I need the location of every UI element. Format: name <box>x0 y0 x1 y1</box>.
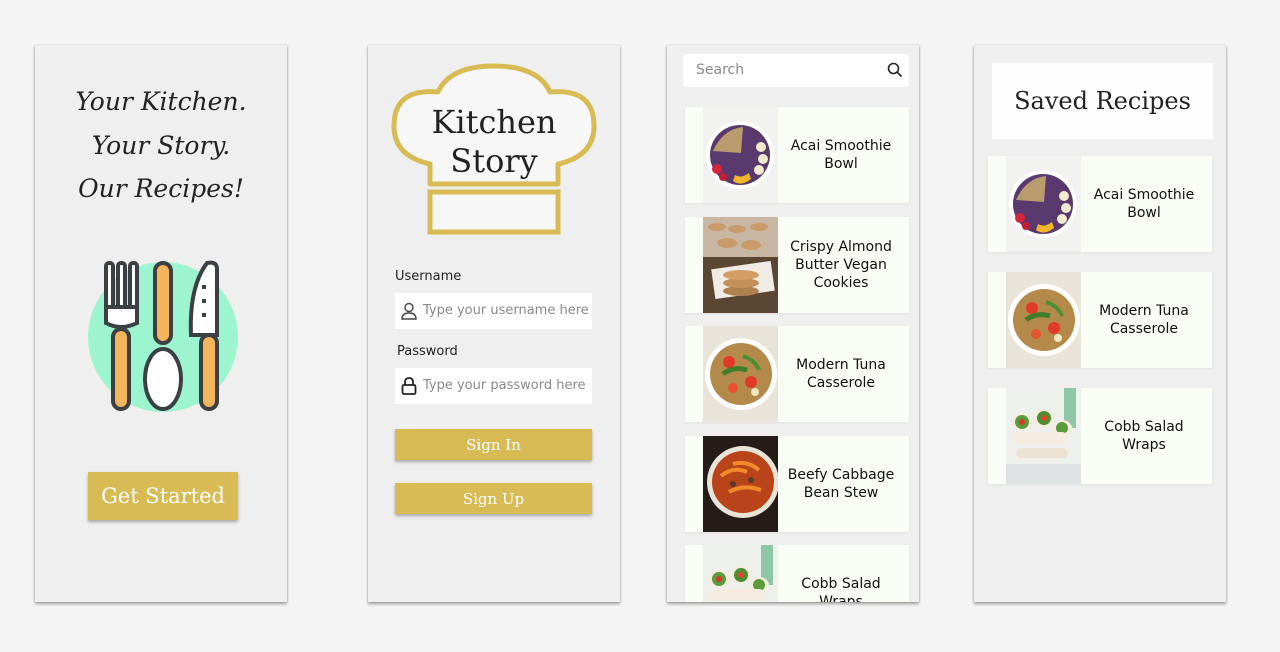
logo-text-line-2: Story <box>450 142 538 180</box>
recipe-name: Cobb Salad Wraps <box>1104 419 1184 453</box>
sign-up-button[interactable]: Sign Up <box>395 483 592 514</box>
recipe-card[interactable]: Acai Smoothie Bowl <box>685 107 909 203</box>
recipe-image[interactable] <box>703 435 778 532</box>
recipe-image[interactable] <box>1006 156 1081 252</box>
search-icon[interactable] <box>887 62 903 78</box>
login-screen: Kitchen Story Username Type your usernam… <box>368 45 620 602</box>
recipe-card[interactable]: Cobb Salad Wraps <box>685 545 909 602</box>
recipe-name: Crispy Almond Butter Vegan Cookies <box>790 238 892 291</box>
sign-in-button[interactable]: Sign In <box>395 429 592 460</box>
search-placeholder: Search <box>696 62 745 78</box>
username-input[interactable]: Type your username here <box>395 293 592 329</box>
recipe-name: Modern Tuna Casserole <box>796 357 886 391</box>
browse-screen: Search Acai Smoothie Bowl Crispy Almond B… <box>667 45 919 602</box>
username-label: Username <box>395 269 462 284</box>
password-label: Password <box>397 344 458 359</box>
welcome-screen: Your Kitchen. Your Story. Our Recipes! G… <box>35 45 287 602</box>
password-input[interactable]: Type your password here <box>395 368 592 404</box>
saved-screen: Saved Recipes Acai Smoothie Bowl Modern T… <box>974 45 1226 602</box>
recipe-card[interactable]: Beefy Cabbage Bean Stew <box>685 435 909 532</box>
recipe-card[interactable]: Crispy Almond Butter Vegan Cookies <box>685 216 909 313</box>
recipe-name: Cobb Salad Wraps <box>801 576 881 602</box>
utensils-illustration <box>88 260 238 412</box>
recipe-image[interactable] <box>703 326 778 422</box>
recipe-card[interactable]: Cobb Salad Wraps <box>988 388 1212 484</box>
get-started-button[interactable]: Get Started <box>88 472 238 520</box>
search-input[interactable]: Search <box>683 54 909 87</box>
recipe-name: Acai Smoothie Bowl <box>790 138 892 172</box>
logo-text-line-1: Kitchen <box>431 103 557 141</box>
recipe-image[interactable] <box>703 545 778 602</box>
tagline-line-1: Your Kitchen. <box>75 87 247 116</box>
recipe-image[interactable] <box>703 216 778 313</box>
recipe-card[interactable]: Modern Tuna Casserole <box>685 326 909 422</box>
lock-icon <box>401 377 417 395</box>
password-placeholder: Type your password here <box>423 378 586 393</box>
recipe-card[interactable]: Modern Tuna Casserole <box>988 272 1212 368</box>
tagline-line-2: Your Story. <box>91 131 231 160</box>
user-icon <box>401 302 417 320</box>
tagline-line-3: Our Recipes! <box>78 174 244 203</box>
recipe-card[interactable]: Acai Smoothie Bowl <box>988 156 1212 252</box>
recipe-image[interactable] <box>1006 388 1081 484</box>
recipe-name: Acai Smoothie Bowl <box>1093 187 1195 221</box>
recipe-name: Beefy Cabbage Bean Stew <box>787 466 895 501</box>
recipe-name: Modern Tuna Casserole <box>1099 303 1189 337</box>
recipe-image[interactable] <box>1006 272 1081 368</box>
username-placeholder: Type your username here <box>423 303 589 318</box>
recipe-image[interactable] <box>703 107 778 203</box>
saved-title: Saved Recipes <box>992 63 1213 139</box>
